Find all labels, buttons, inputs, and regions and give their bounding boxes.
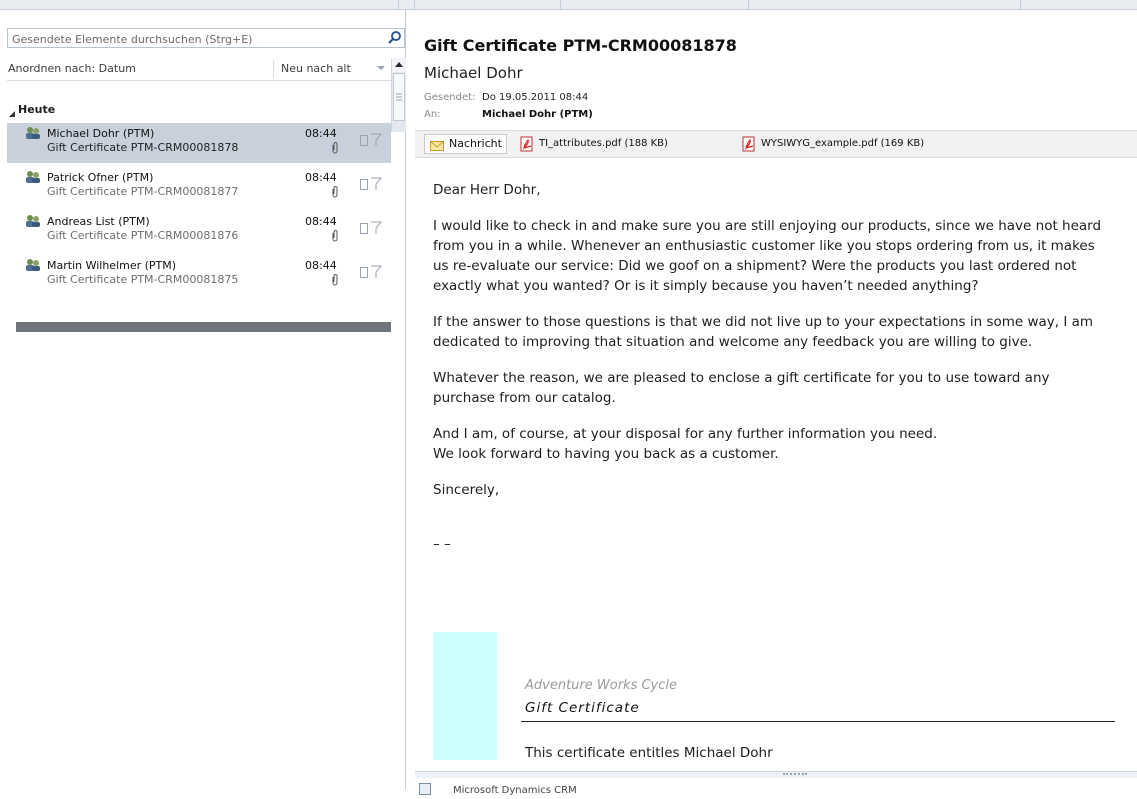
contact-icon (25, 214, 41, 228)
flag-icon[interactable] (369, 177, 383, 191)
contact-icon (25, 258, 41, 272)
body-paragraph: And I am, of course, at your disposal fo… (433, 426, 938, 462)
crm-label[interactable]: Microsoft Dynamics CRM (453, 785, 577, 796)
top-ribbon-strip (0, 0, 1137, 10)
attachment-item[interactable]: TI_attributes.pdf (188 KB) (519, 135, 668, 153)
collapse-triangle-icon[interactable] (9, 106, 15, 117)
paperclip-icon (330, 274, 340, 287)
contact-icon (25, 170, 41, 184)
attachment-name: TI_attributes.pdf (188 KB) (539, 138, 668, 149)
message-item[interactable]: Patrick Ofner (PTM) Gift Certificate PTM… (7, 167, 391, 207)
attachment-name: WYSIWYG_example.pdf (169 KB) (761, 138, 925, 149)
message-sender: Michael Dohr (PTM) (47, 127, 155, 140)
scroll-up-button[interactable] (392, 58, 406, 72)
message-time: 08:44 (305, 259, 337, 272)
message-subject: Gift Certificate PTM-CRM00081875 (47, 273, 239, 286)
message-time: 08:44 (305, 171, 337, 184)
paperclip-icon (330, 230, 340, 243)
message-item[interactable]: Michael Dohr (PTM) Gift Certificate PTM-… (7, 123, 391, 163)
crm-icon (419, 783, 431, 795)
group-header-today[interactable]: Heute (18, 103, 55, 116)
message-sender: Patrick Ofner (PTM) (47, 171, 154, 184)
sent-label: Gesendet: (424, 92, 476, 103)
category-icon[interactable] (360, 179, 368, 190)
pdf-icon (519, 136, 535, 152)
message-time: 08:44 (305, 127, 337, 140)
body-signature: – – (433, 536, 451, 552)
message-subject: Gift Certificate PTM-CRM00081876 (47, 229, 239, 242)
body-greeting: Dear Herr Dohr, (433, 182, 541, 198)
message-item[interactable]: Andreas List (PTM) Gift Certificate PTM-… (7, 211, 391, 251)
certificate-color-block (433, 632, 497, 760)
scroll-thumb[interactable] (393, 73, 405, 121)
message-item[interactable]: Martin Wilhelmer (PTM) Gift Certificate … (7, 255, 391, 295)
flag-icon[interactable] (369, 133, 383, 147)
message-sender: Martin Wilhelmer (PTM) (47, 259, 177, 272)
grip-handle[interactable] (783, 773, 807, 777)
message-sender: Andreas List (PTM) (47, 215, 150, 228)
category-icon[interactable] (360, 267, 368, 278)
divider (273, 60, 274, 78)
email-sender[interactable]: Michael Dohr (424, 64, 523, 82)
message-list-pane: Anordnen nach: Datum Neu nach alt Heute … (0, 10, 406, 789)
email-body: Dear Herr Dohr, I would like to check in… (433, 180, 1133, 570)
search-icon[interactable] (386, 30, 403, 46)
pane-splitter[interactable] (415, 771, 1137, 778)
body-paragraph: Whatever the reason, we are pleased to e… (433, 370, 1050, 406)
recipient[interactable]: Michael Dohr (PTM) (482, 109, 593, 120)
paperclip-icon (330, 186, 340, 199)
message-tab-label: Nachricht (449, 137, 502, 150)
attachment-bar: Nachricht TI_attributes.pdf (188 KB) WYS… (415, 130, 1137, 158)
attachment-item[interactable]: WYSIWYG_example.pdf (169 KB) (741, 135, 924, 153)
body-paragraph: If the answer to those questions is that… (433, 314, 1094, 350)
search-box[interactable] (7, 28, 405, 48)
sent-date: Do 19.05.2011 08:44 (482, 92, 589, 103)
certificate-text: This certificate entitles Michael Dohr (525, 745, 773, 761)
message-time: 08:44 (305, 215, 337, 228)
message-subject: Gift Certificate PTM-CRM00081878 (47, 141, 239, 154)
to-label: An: (424, 109, 441, 120)
sort-arrow-icon[interactable] (376, 62, 386, 72)
envelope-icon (430, 139, 444, 151)
body-paragraph: I would like to check in and make sure y… (433, 218, 1102, 294)
divider (521, 721, 1115, 722)
certificate-title: Gift Certificate (525, 700, 640, 716)
flag-icon[interactable] (369, 221, 383, 235)
search-input[interactable] (12, 31, 382, 47)
message-subject: Gift Certificate PTM-CRM00081877 (47, 185, 239, 198)
horizontal-scrollbar[interactable] (16, 322, 391, 332)
category-icon[interactable] (360, 135, 368, 146)
category-icon[interactable] (360, 223, 368, 234)
sort-bar: Anordnen nach: Datum Neu nach alt (7, 58, 391, 81)
email-subject: Gift Certificate PTM-CRM00081878 (424, 36, 737, 55)
vertical-scrollbar[interactable] (391, 58, 406, 132)
certificate-company: Adventure Works Cycle (525, 678, 678, 693)
arrange-by-button[interactable]: Anordnen nach: Datum (8, 62, 136, 75)
pdf-icon (741, 136, 757, 152)
flag-icon[interactable] (369, 265, 383, 279)
sort-order-button[interactable]: Neu nach alt (281, 62, 351, 75)
body-closing: Sincerely, (433, 482, 500, 498)
contact-icon (25, 126, 41, 140)
reading-pane: Gift Certificate PTM-CRM00081878 Michael… (415, 10, 1137, 799)
message-tab[interactable]: Nachricht (424, 134, 507, 154)
paperclip-icon (330, 142, 340, 155)
